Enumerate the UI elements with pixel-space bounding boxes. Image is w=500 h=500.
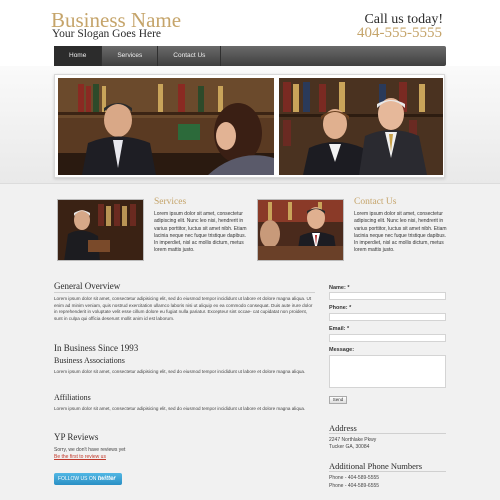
contact-title[interactable]: Contact Us [354, 197, 396, 207]
affiliations-title: Affiliations [54, 393, 91, 402]
email-input[interactable] [329, 334, 446, 342]
general-overview-title: General Overview [54, 281, 121, 291]
general-overview-text: Lorem ipsum dolor sit amet, consectetur … [54, 296, 313, 321]
services-title[interactable]: Services [154, 197, 186, 207]
name-label: Name: * [329, 285, 350, 291]
address-title: Address [329, 423, 357, 433]
associations-title: Business Associations [54, 356, 125, 365]
call-number[interactable]: 404-555-5555 [357, 25, 442, 42]
affiliations-text: Lorem ipsum dolor sit amet, consectetur … [54, 406, 306, 411]
twitter-prefix: FOLLOW US ON [58, 476, 97, 482]
divider [329, 433, 446, 434]
phone-1: Phone - 404-589-5555 [329, 475, 380, 481]
yp-reviews-title: YP Reviews [54, 432, 99, 442]
phone-2: Phone - 404-589-6555 [329, 483, 380, 489]
review-us-link[interactable]: Be the first to review us [54, 454, 106, 460]
hero-photo-consultation [58, 78, 274, 175]
message-label: Message: [329, 347, 355, 353]
yp-reviews-text: Sorry, we don't have reviews yet [54, 447, 126, 453]
hero-photo-partners [279, 78, 443, 175]
address-line-2: Tucker GA, 30084 [329, 444, 370, 450]
services-text: Lorem ipsum dolor sit amet, consectetur … [154, 211, 247, 254]
nav-item-services[interactable]: Services [102, 46, 159, 66]
twitter-brand: twitter [97, 476, 116, 482]
since-title: In Business Since 1993 [54, 343, 139, 353]
phones-title: Additional Phone Numbers [329, 461, 423, 471]
name-input[interactable] [329, 292, 446, 300]
slogan: Your Slogan Goes Here [52, 28, 162, 40]
email-label: Email: * [329, 326, 350, 332]
message-textarea[interactable] [329, 355, 446, 388]
hero-banner [54, 74, 445, 178]
associations-text: Lorem ipsum dolor sit amet, consectetur … [54, 369, 306, 374]
phone-label: Phone: * [329, 305, 352, 311]
divider [54, 292, 315, 293]
services-photo [57, 199, 144, 261]
main-nav: Home Services Contact Us [54, 46, 446, 66]
phone-input[interactable] [329, 313, 446, 321]
follow-twitter-button[interactable]: FOLLOW US ON twitter [54, 473, 122, 485]
divider [329, 471, 446, 472]
send-button[interactable]: Send [329, 396, 347, 404]
nav-item-home[interactable]: Home [54, 46, 103, 66]
contact-text: Lorem ipsum dolor sit amet, consectetur … [354, 211, 447, 254]
contact-photo [257, 199, 344, 261]
nav-item-contact[interactable]: Contact Us [158, 46, 222, 66]
